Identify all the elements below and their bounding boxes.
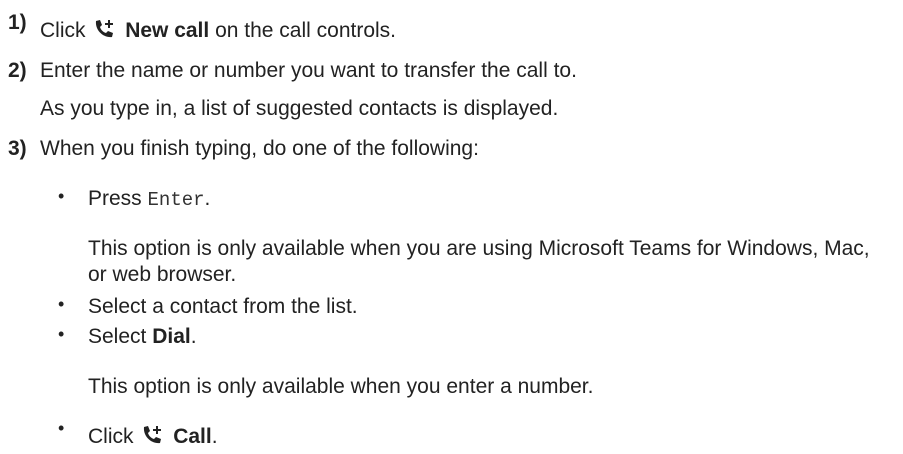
- bullet-note: This option is only available when you a…: [88, 237, 870, 286]
- step-1: 1) Click New call on the call controls.: [8, 11, 888, 48]
- new-call-label: New call: [125, 19, 210, 42]
- bullet-suffix: .: [204, 187, 211, 210]
- step-number: 2): [8, 59, 27, 82]
- phone-plus-icon: [144, 426, 162, 444]
- bullet-mark: •: [58, 324, 65, 344]
- bullet-prefix: Press: [88, 187, 142, 210]
- step-number: 3): [8, 137, 27, 160]
- step-prefix: Click: [40, 19, 86, 42]
- bullet-note: This option is only available when you e…: [88, 375, 594, 398]
- step-suffix: on the call controls.: [215, 19, 397, 42]
- bullet-mark: •: [58, 294, 65, 314]
- enter-key-code: Enter: [147, 189, 205, 211]
- dial-label: Dial: [152, 325, 191, 348]
- step-number: 1): [8, 11, 27, 34]
- bullet-prefix: Select: [88, 325, 147, 348]
- bullet-suffix: .: [211, 425, 218, 448]
- step-text: Enter the name or number you want to tra…: [40, 59, 577, 82]
- bullet-text: Select a contact from the list.: [88, 295, 358, 318]
- bullet-suffix: .: [190, 325, 197, 348]
- step-2-note: As you type in, a list of suggested cont…: [40, 97, 559, 120]
- bullet-mark: •: [58, 186, 65, 206]
- bullet-prefix: Click: [88, 425, 134, 448]
- step-text: Click New call on the call controls.: [40, 18, 396, 43]
- bullet-text: Press Enter.: [88, 186, 210, 212]
- step-3: 3) When you finish typing, do one of the…: [8, 136, 888, 166]
- call-label: Call: [173, 425, 212, 448]
- bullet-text: Select Dial.: [88, 324, 197, 349]
- phone-plus-icon: [96, 20, 114, 38]
- bullet-text: Click Call.: [88, 424, 218, 449]
- step-2: 2) Enter the name or number you want to …: [8, 58, 888, 88]
- bullet-item: • Select a contact from the list.: [0, 294, 900, 324]
- bullet-mark: •: [58, 418, 65, 438]
- step-text: When you finish typing, do one of the fo…: [40, 137, 479, 160]
- bullet-item: • Press Enter.: [0, 186, 900, 216]
- bullet-item: • Select Dial.: [0, 324, 900, 354]
- bullet-item: • Click Call.: [0, 418, 900, 454]
